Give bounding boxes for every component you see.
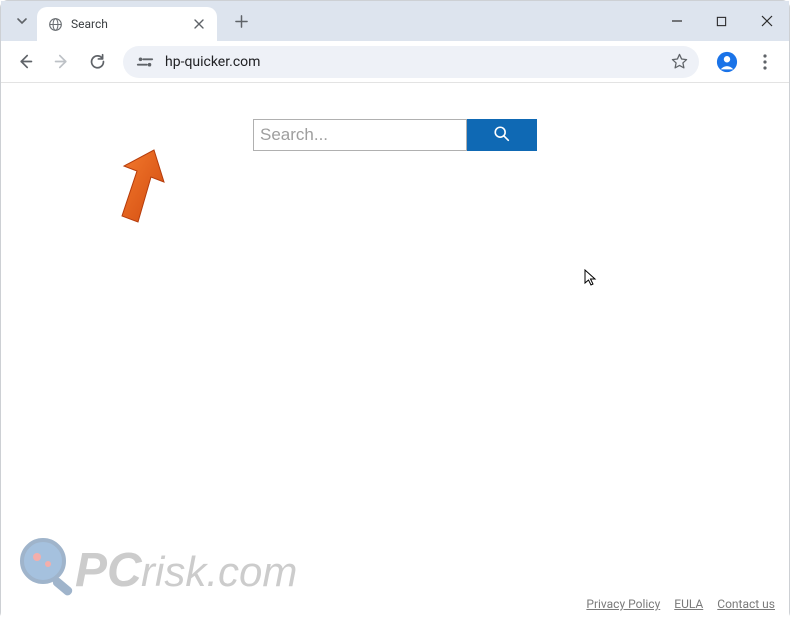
tab-title: Search: [71, 17, 183, 31]
watermark-logo: PC risk.com: [13, 529, 353, 613]
globe-icon: [47, 16, 63, 32]
browser-tab[interactable]: Search: [37, 7, 217, 41]
footer-links: Privacy Policy EULA Contact us: [586, 597, 775, 611]
close-tab-icon[interactable]: [191, 16, 207, 32]
search-input[interactable]: [253, 119, 467, 151]
bookmark-star-icon[interactable]: [669, 52, 689, 72]
site-settings-icon[interactable]: [133, 51, 157, 73]
footer-link-contact[interactable]: Contact us: [717, 597, 775, 611]
window-controls: [654, 1, 789, 41]
close-window-button[interactable]: [744, 1, 789, 41]
kebab-menu-icon[interactable]: [749, 46, 781, 78]
search-button[interactable]: [467, 119, 537, 151]
search-form: [253, 119, 537, 151]
mouse-cursor-icon: [584, 269, 598, 291]
svg-text:risk.com: risk.com: [141, 548, 297, 595]
footer-link-eula[interactable]: EULA: [674, 597, 703, 611]
page-content: PC risk.com Privacy Policy EULA Contact …: [1, 83, 789, 621]
profile-button[interactable]: [713, 48, 741, 76]
browser-titlebar: Search: [1, 1, 789, 41]
search-icon: [493, 125, 511, 146]
new-tab-button[interactable]: [227, 7, 255, 35]
back-button[interactable]: [9, 46, 41, 78]
address-bar[interactable]: hp-quicker.com: [123, 46, 699, 78]
tab-search-dropdown[interactable]: [7, 2, 37, 40]
arrow-annotation: [104, 146, 174, 235]
browser-toolbar: hp-quicker.com: [1, 41, 789, 83]
footer-link-privacy[interactable]: Privacy Policy: [586, 597, 660, 611]
url-text: hp-quicker.com: [165, 54, 661, 70]
forward-button[interactable]: [45, 46, 77, 78]
maximize-button[interactable]: [699, 1, 744, 41]
reload-button[interactable]: [81, 46, 113, 78]
svg-text:PC: PC: [75, 544, 143, 597]
minimize-button[interactable]: [654, 1, 699, 41]
